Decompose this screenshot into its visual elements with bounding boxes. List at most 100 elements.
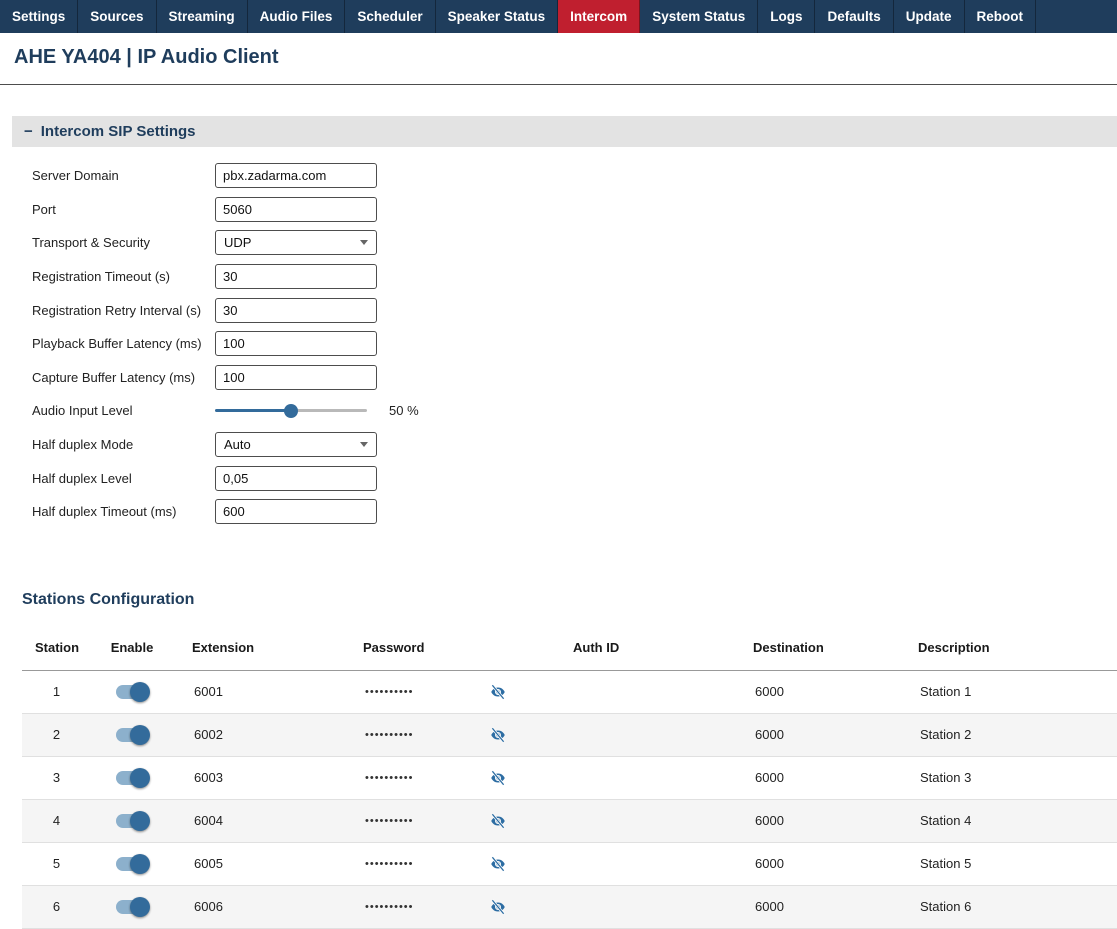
form-row-transport-security: Transport & SecurityUDP <box>22 226 1107 260</box>
registration-timeout-s-input[interactable] <box>215 264 377 289</box>
form-row-capture-buffer-latency-ms: Capture Buffer Latency (ms) <box>22 361 1107 395</box>
col-destination: Destination <box>733 628 898 671</box>
enable-cell <box>92 713 172 756</box>
tab-system-status[interactable]: System Status <box>640 0 758 33</box>
registration-retry-interval-s-input[interactable] <box>215 298 377 323</box>
field-label: Half duplex Timeout (ms) <box>22 504 215 519</box>
tab-update[interactable]: Update <box>894 0 965 33</box>
table-row: 46004•••••••••• 6000Station 4 <box>22 799 1117 842</box>
password-wrap: •••••••••• <box>365 683 552 701</box>
destination-cell: 6000 <box>733 670 898 713</box>
port-input[interactable] <box>215 197 377 222</box>
audio-input-level-slider[interactable] <box>215 409 367 412</box>
playback-buffer-latency-ms-input[interactable] <box>215 331 377 356</box>
sip-settings-panel-header[interactable]: − Intercom SIP Settings <box>12 116 1117 147</box>
auth-id-cell <box>553 713 733 756</box>
eye-off-icon <box>489 769 507 787</box>
form-row-server-domain: Server Domain <box>22 159 1107 193</box>
eye-off-icon <box>489 898 507 916</box>
tab-sources[interactable]: Sources <box>78 0 156 33</box>
password-cell: •••••••••• <box>343 799 553 842</box>
table-row: 16001•••••••••• 6000Station 1 <box>22 670 1117 713</box>
table-row: 26002•••••••••• 6000Station 2 <box>22 713 1117 756</box>
server-domain-input[interactable] <box>215 163 377 188</box>
capture-buffer-latency-ms-input[interactable] <box>215 365 377 390</box>
enable-toggle[interactable] <box>116 814 148 828</box>
station-number-cell: 5 <box>22 842 92 885</box>
enable-toggle[interactable] <box>116 728 148 742</box>
eye-off-icon <box>489 812 507 830</box>
tab-defaults[interactable]: Defaults <box>815 0 893 33</box>
extension-cell: 6001 <box>172 670 343 713</box>
password-wrap: •••••••••• <box>365 769 552 787</box>
selected-option: Auto <box>224 437 251 452</box>
description-cell: Station 1 <box>898 670 1117 713</box>
password-wrap: •••••••••• <box>365 812 552 830</box>
extension-cell: 6006 <box>172 885 343 928</box>
auth-id-cell <box>553 670 733 713</box>
station-number-cell: 4 <box>22 799 92 842</box>
masked-password: •••••••••• <box>365 815 414 827</box>
col-station: Station <box>22 628 92 671</box>
toggle-password-visibility-button[interactable] <box>489 683 507 701</box>
half-duplex-level-input[interactable] <box>215 466 377 491</box>
tab-streaming[interactable]: Streaming <box>157 0 248 33</box>
toggle-thumb <box>130 854 150 874</box>
toggle-password-visibility-button[interactable] <box>489 812 507 830</box>
form-row-playback-buffer-latency-ms: Playback Buffer Latency (ms) <box>22 327 1107 361</box>
page-header: AHE YA404 | IP Audio Client <box>0 33 1117 85</box>
toggle-password-visibility-button[interactable] <box>489 855 507 873</box>
toggle-password-visibility-button[interactable] <box>489 726 507 744</box>
auth-id-cell <box>553 842 733 885</box>
half-duplex-mode-select[interactable]: Auto <box>215 432 377 457</box>
password-cell: •••••••••• <box>343 670 553 713</box>
enable-cell <box>92 756 172 799</box>
eye-off-icon <box>489 855 507 873</box>
tab-logs[interactable]: Logs <box>758 0 815 33</box>
destination-cell: 6000 <box>733 885 898 928</box>
enable-cell <box>92 799 172 842</box>
extension-cell: 6005 <box>172 842 343 885</box>
station-number-cell: 3 <box>22 756 92 799</box>
form-row-half-duplex-mode: Half duplex ModeAuto <box>22 428 1107 462</box>
half-duplex-timeout-ms-input[interactable] <box>215 499 377 524</box>
enable-toggle[interactable] <box>116 771 148 785</box>
password-wrap: •••••••••• <box>365 855 552 873</box>
tab-settings[interactable]: Settings <box>0 0 78 33</box>
field-label: Server Domain <box>22 168 215 183</box>
description-cell: Station 5 <box>898 842 1117 885</box>
tab-scheduler[interactable]: Scheduler <box>345 0 435 33</box>
col-description: Description <box>898 628 1117 671</box>
toggle-thumb <box>130 768 150 788</box>
field-label: Audio Input Level <box>22 403 215 418</box>
auth-id-cell <box>553 756 733 799</box>
toggle-password-visibility-button[interactable] <box>489 898 507 916</box>
masked-password: •••••••••• <box>365 901 414 913</box>
field-label: Port <box>22 202 215 217</box>
form-row-registration-timeout-s: Registration Timeout (s) <box>22 260 1107 294</box>
enable-toggle[interactable] <box>116 685 148 699</box>
enable-toggle[interactable] <box>116 900 148 914</box>
tab-audio-files[interactable]: Audio Files <box>248 0 346 33</box>
transport-security-select[interactable]: UDP <box>215 230 377 255</box>
toggle-thumb <box>130 897 150 917</box>
enable-toggle[interactable] <box>116 857 148 871</box>
enable-cell <box>92 842 172 885</box>
collapse-icon[interactable]: − <box>24 123 33 140</box>
tab-intercom[interactable]: Intercom <box>558 0 640 33</box>
toggle-thumb <box>130 811 150 831</box>
toggle-password-visibility-button[interactable] <box>489 769 507 787</box>
password-cell: •••••••••• <box>343 713 553 756</box>
tab-speaker-status[interactable]: Speaker Status <box>436 0 559 33</box>
password-wrap: •••••••••• <box>365 898 552 916</box>
table-row: 56005•••••••••• 6000Station 5 <box>22 842 1117 885</box>
sip-settings-panel-title: Intercom SIP Settings <box>41 123 196 140</box>
sip-settings-panel: − Intercom SIP Settings Server Domain Por… <box>12 116 1117 547</box>
field-label: Capture Buffer Latency (ms) <box>22 370 215 385</box>
extension-cell: 6004 <box>172 799 343 842</box>
tab-reboot[interactable]: Reboot <box>965 0 1037 33</box>
description-cell: Station 6 <box>898 885 1117 928</box>
auth-id-cell <box>553 799 733 842</box>
selected-option: UDP <box>224 235 251 250</box>
table-row: 36003•••••••••• 6000Station 3 <box>22 756 1117 799</box>
